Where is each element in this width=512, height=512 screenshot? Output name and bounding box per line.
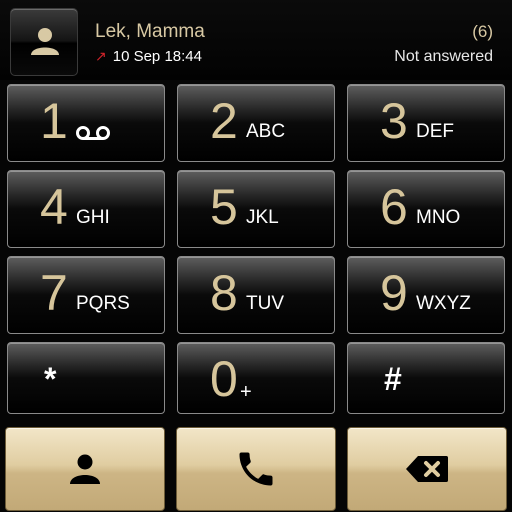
key-4[interactable]: 4 GHI (7, 170, 165, 248)
key-digit: 6 (380, 179, 408, 235)
key-6[interactable]: 6 MNO (347, 170, 505, 248)
delete-button[interactable] (347, 427, 507, 511)
key-letters: DEF (416, 121, 454, 142)
key-symbol: * (44, 361, 57, 397)
key-letters: PQRS (76, 293, 130, 314)
key-1[interactable]: 1 (7, 84, 165, 162)
key-letters: MNO (416, 207, 461, 228)
key-8[interactable]: 8 TUV (177, 256, 335, 334)
key-letters: WXYZ (416, 293, 471, 314)
key-letters: JKL (246, 207, 279, 228)
call-time-row: ↗ 10 Sep 18:44 (95, 48, 202, 65)
key-digit: 5 (210, 179, 238, 235)
call-status: Not answered (394, 48, 493, 65)
key-digit: 3 (380, 93, 408, 149)
key-letters: TUV (246, 293, 284, 314)
key-7[interactable]: 7 PQRS (7, 256, 165, 334)
key-hash[interactable]: # (347, 342, 505, 414)
key-letters: GHI (76, 207, 110, 228)
phone-icon (239, 452, 273, 486)
call-count: (6) (472, 22, 493, 41)
key-letters: ABC (246, 121, 286, 142)
key-0[interactable]: 0 + (177, 342, 335, 414)
key-star[interactable]: * (7, 342, 165, 414)
key-letters: + (240, 381, 252, 403)
contact-name: Lek, Mamma (95, 21, 205, 42)
key-5[interactable]: 5 JKL (177, 170, 335, 248)
call-time: 10 Sep 18:44 (112, 48, 202, 65)
key-digit: 4 (40, 179, 68, 235)
outgoing-call-arrow-icon: ↗ (95, 48, 107, 64)
call-log-header[interactable]: Lek, Mamma ↗ 10 Sep 18:44 (6) Not answere… (0, 0, 512, 80)
key-9[interactable]: 9 WXYZ (347, 256, 505, 334)
backspace-icon (406, 456, 448, 482)
key-digit: 8 (210, 265, 238, 321)
key-digit: 1 (40, 93, 68, 149)
key-2[interactable]: 2 ABC (177, 84, 335, 162)
key-digit: 7 (40, 265, 68, 321)
key-3[interactable]: 3 DEF (347, 84, 505, 162)
key-digit: 9 (380, 265, 408, 321)
person-icon (31, 28, 59, 55)
key-symbol: # (384, 361, 402, 397)
key-digit: 0 (210, 351, 238, 407)
contacts-button[interactable] (5, 427, 165, 511)
voicemail-icon (76, 126, 110, 140)
call-button[interactable] (176, 427, 336, 511)
person-icon (70, 454, 100, 484)
key-digit: 2 (210, 93, 238, 149)
contact-avatar[interactable] (10, 8, 78, 76)
